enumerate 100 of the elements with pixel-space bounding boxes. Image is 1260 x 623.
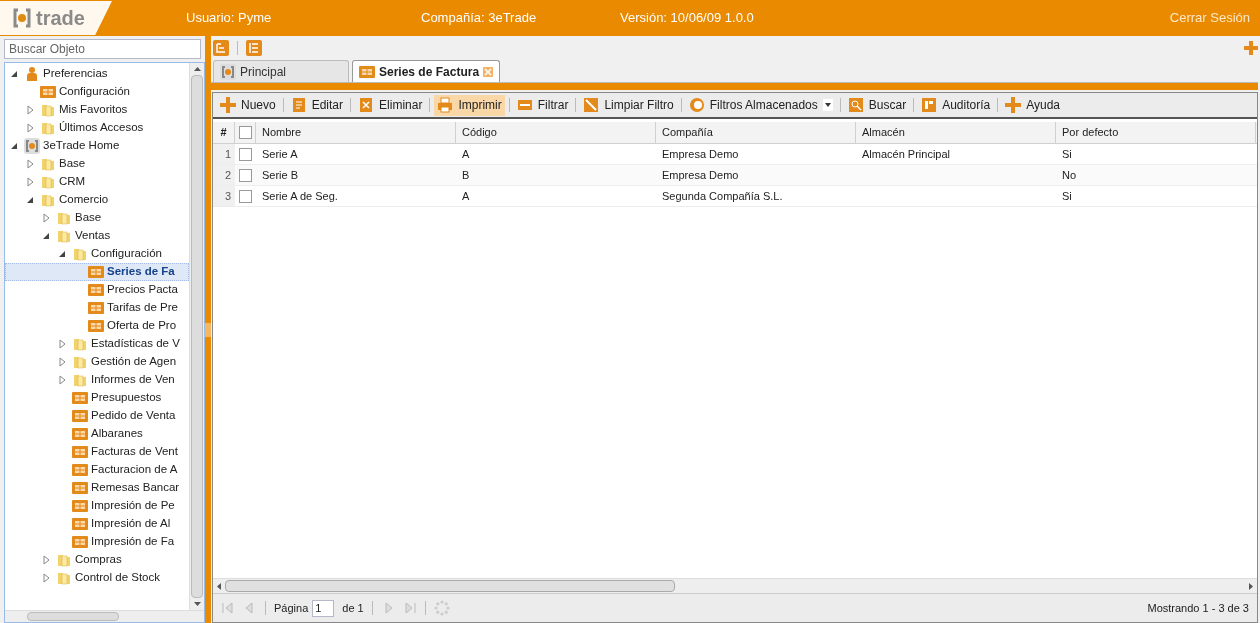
row-checkbox[interactable] — [239, 189, 252, 203]
tree-item[interactable]: Gestión de Agen — [5, 353, 189, 371]
scroll-right-icon[interactable] — [1249, 582, 1253, 590]
folder-icon — [40, 102, 56, 118]
tree-item[interactable]: Configuración — [5, 245, 189, 263]
folder-icon — [40, 120, 56, 136]
form-icon — [72, 480, 88, 496]
form-icon — [72, 426, 88, 442]
tree-item[interactable]: Mis Favoritos — [5, 101, 189, 119]
user-label: Usuario: Pyme — [186, 9, 273, 28]
tree-item[interactable]: Informes de Ven — [5, 371, 189, 389]
scroll-left-icon[interactable] — [217, 582, 221, 590]
scrollbar[interactable] — [189, 63, 204, 610]
tree-item[interactable]: Preferencias — [5, 65, 189, 83]
tree-item[interactable]: Configuración — [5, 83, 189, 101]
collapsed-icon[interactable] — [58, 339, 67, 349]
horizontal-scrollbar[interactable] — [5, 610, 204, 622]
tree-item[interactable]: Estadísticas de V — [5, 335, 189, 353]
tree-item[interactable]: Pedido de Venta — [5, 407, 189, 425]
table-cell-text: Si — [1061, 146, 1073, 162]
tree-item[interactable]: Tarifas de Pre — [5, 299, 189, 317]
folder-icon — [56, 228, 72, 244]
form-icon — [72, 516, 88, 532]
logo-icon — [24, 138, 40, 154]
collapse-handle[interactable] — [205, 322, 211, 337]
toolbar-button[interactable]: Limpiar Filtro — [580, 94, 677, 116]
table-cell-text: Almacén Principal — [861, 146, 952, 162]
select-all-checkbox[interactable] — [238, 126, 252, 139]
column-header[interactable]: Almacén — [856, 122, 1056, 143]
expanded-icon[interactable] — [10, 69, 19, 79]
column-header[interactable]: Compañía — [656, 122, 856, 143]
row-checkbox[interactable] — [239, 168, 252, 182]
tab[interactable]: Series de Factura — [352, 60, 501, 82]
folder-icon — [56, 210, 72, 226]
search-field[interactable]: Buscar Objeto — [4, 39, 201, 59]
circle-icon — [688, 97, 705, 113]
folder-icon — [72, 354, 88, 370]
tree-item[interactable]: CRM — [5, 173, 189, 191]
folder-icon — [56, 552, 72, 568]
tree-item[interactable]: Control de Stock — [5, 569, 189, 587]
close-icon[interactable] — [483, 66, 494, 77]
tree-item[interactable]: Impresión de Pe — [5, 497, 189, 515]
table-cell-text: Segunda Compañía S.L. — [661, 188, 784, 204]
tree-item[interactable]: 3eTrade Home — [5, 137, 189, 155]
expanded-icon[interactable] — [26, 195, 35, 205]
expanded-icon[interactable] — [42, 231, 51, 241]
toolbar-button[interactable]: Eliminar — [355, 94, 426, 116]
collapsed-icon[interactable] — [26, 177, 35, 187]
expand-icon[interactable] — [1244, 41, 1258, 55]
tree-item[interactable]: Base — [5, 209, 189, 227]
collapsed-icon[interactable] — [58, 357, 67, 367]
table-cell-text: No — [1061, 167, 1078, 183]
toolbar-button[interactable]: Filtros Almacenados — [685, 94, 836, 116]
tree-item[interactable]: Oferta de Pro — [5, 317, 189, 335]
tree-item[interactable]: Series de Fa — [5, 263, 189, 281]
tree-item[interactable]: Últimos Accesos — [5, 119, 189, 137]
tree-view-icon[interactable] — [213, 40, 229, 56]
tree-item[interactable]: Presupuestos — [5, 389, 189, 407]
column-header[interactable]: # — [213, 122, 235, 143]
tree-item[interactable]: Impresión de Al — [5, 515, 189, 533]
tree-item[interactable]: Ventas — [5, 227, 189, 245]
row-number: 2 — [213, 165, 235, 185]
tree-item[interactable]: Facturacion de A — [5, 461, 189, 479]
list-view-icon[interactable] — [246, 40, 262, 56]
scroll-up-icon[interactable] — [193, 67, 201, 71]
toolbar-button[interactable]: Editar — [287, 94, 347, 116]
page-field[interactable]: 1 — [312, 599, 335, 617]
expanded-icon[interactable] — [10, 141, 19, 151]
expanded-icon[interactable] — [58, 249, 67, 259]
tree-item[interactable]: Facturas de Vent — [5, 443, 189, 461]
tree-item[interactable]: Impresión de Fa — [5, 533, 189, 551]
tab[interactable]: Principal — [213, 60, 349, 82]
toolbar-button[interactable]: Auditoría — [918, 94, 994, 116]
horizontal-scrollbar[interactable] — [213, 578, 1257, 593]
collapsed-icon[interactable] — [26, 159, 35, 169]
scroll-down-icon[interactable] — [193, 602, 201, 606]
column-header[interactable]: Por defecto — [1056, 122, 1256, 143]
toolbar-button[interactable]: Ayuda — [1002, 94, 1063, 116]
collapsed-icon[interactable] — [26, 123, 35, 133]
toolbar-button[interactable]: Filtrar — [513, 94, 572, 116]
tree-item[interactable]: Base — [5, 155, 189, 173]
table-cell-text: A — [461, 146, 471, 162]
collapsed-icon[interactable] — [58, 375, 67, 385]
tree-item[interactable]: Albaranes — [5, 425, 189, 443]
collapsed-icon[interactable] — [42, 573, 51, 583]
folder-icon — [40, 192, 56, 208]
toolbar-button[interactable]: Imprimir — [434, 94, 505, 116]
tree-item[interactable]: Compras — [5, 551, 189, 569]
collapsed-icon[interactable] — [26, 105, 35, 115]
column-header[interactable]: Nombre — [256, 122, 456, 143]
tree-item[interactable]: Precios Pacta — [5, 281, 189, 299]
tree-item[interactable]: Remesas Bancar — [5, 479, 189, 497]
toolbar-button[interactable]: Nuevo — [217, 94, 279, 116]
column-header[interactable]: Código — [456, 122, 656, 143]
row-checkbox[interactable] — [239, 147, 252, 161]
collapsed-icon[interactable] — [42, 555, 51, 565]
toolbar-button[interactable]: Buscar — [844, 94, 910, 116]
tree-item[interactable]: Comercio — [5, 191, 189, 209]
collapsed-icon[interactable] — [42, 213, 51, 223]
table-cell-text: Serie A de Seg. — [261, 188, 339, 204]
